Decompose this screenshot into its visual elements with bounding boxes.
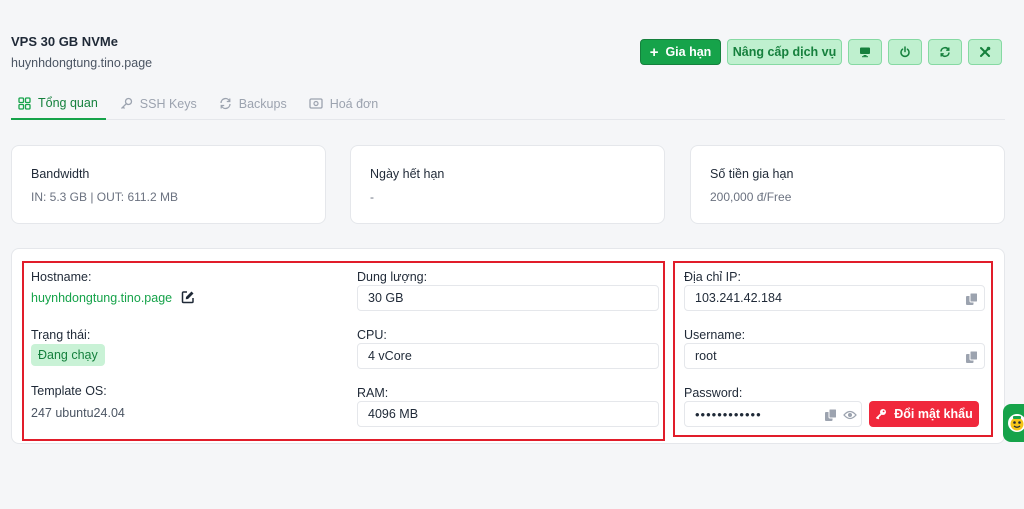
tools-button[interactable] — [968, 39, 1002, 65]
template-os-label: Template OS: — [31, 384, 107, 398]
ram-label: RAM: — [357, 386, 389, 400]
password-value: •••••••••••• — [695, 406, 762, 422]
renew-button-label: Gia hạn — [665, 45, 712, 59]
status-badge: Đang chạy — [31, 344, 105, 366]
invoice-icon — [309, 98, 323, 109]
stat-label: Ngày hết hạn — [370, 167, 445, 181]
tab-backups[interactable]: Backups — [211, 88, 295, 119]
tab-label: Hoá đơn — [329, 96, 379, 111]
template-os-value: 247 ubuntu24.04 — [31, 406, 125, 420]
tab-label: Backups — [238, 96, 287, 111]
cpu-field[interactable]: 4 vCore — [357, 343, 659, 369]
grid-icon — [18, 96, 31, 110]
renewal-price-card: Số tiền gia hạn 200,000 đ/Free — [690, 145, 1005, 224]
password-label: Password: — [684, 386, 743, 400]
hostname-label: Hostname: — [31, 270, 92, 284]
ram-value: 4096 MB — [368, 407, 419, 421]
password-field[interactable]: •••••••••••• — [684, 401, 862, 427]
cpu-label: CPU: — [357, 328, 387, 342]
power-button[interactable] — [888, 39, 922, 65]
tab-ssh-keys[interactable]: SSH Keys — [112, 88, 205, 119]
bandwidth-card: Bandwidth IN: 5.3 GB | OUT: 611.2 MB — [11, 145, 326, 224]
ram-field[interactable]: 4096 MB — [357, 401, 659, 427]
copy-icon[interactable] — [965, 292, 979, 306]
plus-icon: + — [649, 43, 659, 61]
username-field[interactable]: root — [684, 343, 985, 369]
storage-value: 30 GB — [368, 291, 404, 305]
ip-address-label: Địa chỉ IP: — [684, 270, 741, 284]
cpu-value: 4 vCore — [368, 349, 412, 363]
mascot-icon — [1008, 414, 1024, 432]
copy-icon[interactable] — [824, 408, 838, 422]
hostname-value[interactable]: huynhdongtung.tino.page — [31, 291, 172, 305]
upgrade-service-button[interactable]: Nâng cấp dịch vụ — [727, 39, 842, 65]
tools-icon — [980, 46, 991, 57]
ip-address-value: 103.241.42.184 — [695, 291, 782, 305]
eye-icon[interactable] — [843, 409, 857, 421]
renew-button[interactable]: + Gia hạn — [640, 39, 721, 65]
monitor-icon — [860, 47, 870, 58]
change-password-button[interactable]: Đổi mật khẩu — [869, 401, 979, 427]
storage-field[interactable]: 30 GB — [357, 285, 659, 311]
stat-value: 200,000 đ/Free — [710, 190, 792, 204]
page-subtitle: huynhdongtung.tino.page — [11, 56, 153, 70]
stat-value: IN: 5.3 GB | OUT: 611.2 MB — [31, 190, 178, 204]
copy-icon[interactable] — [965, 350, 979, 364]
stat-value: - — [370, 190, 374, 204]
tab-invoices[interactable]: Hoá đơn — [301, 88, 387, 119]
ip-address-field[interactable]: 103.241.42.184 — [684, 285, 985, 311]
refresh-icon — [940, 46, 950, 58]
tab-bar: Tổng quan SSH Keys Backups Hoá đơn — [11, 88, 1005, 120]
expiry-date-card: Ngày hết hạn - — [350, 145, 665, 224]
tab-label: SSH Keys — [139, 96, 197, 111]
tab-overview[interactable]: Tổng quan — [11, 88, 106, 120]
refresh-icon — [220, 97, 231, 110]
page-title: VPS 30 GB NVMe — [11, 34, 118, 49]
stat-label: Bandwidth — [31, 167, 90, 181]
storage-label: Dung lượng: — [357, 270, 428, 284]
key-icon — [876, 409, 887, 420]
status-label: Trạng thái: — [31, 328, 91, 342]
stat-label: Số tiền gia hạn — [710, 167, 794, 181]
support-chat-button[interactable] — [1003, 404, 1024, 442]
change-password-label: Đổi mật khẩu — [894, 407, 973, 421]
tab-label: Tổng quan — [38, 96, 98, 110]
action-toolbar: + Gia hạn Nâng cấp dịch vụ — [640, 39, 1002, 65]
edit-icon[interactable] — [181, 290, 195, 304]
key-icon — [120, 97, 132, 109]
power-icon — [900, 46, 910, 58]
console-button[interactable] — [848, 39, 882, 65]
username-label: Username: — [684, 328, 746, 342]
username-value: root — [695, 349, 717, 363]
reboot-button[interactable] — [928, 39, 962, 65]
